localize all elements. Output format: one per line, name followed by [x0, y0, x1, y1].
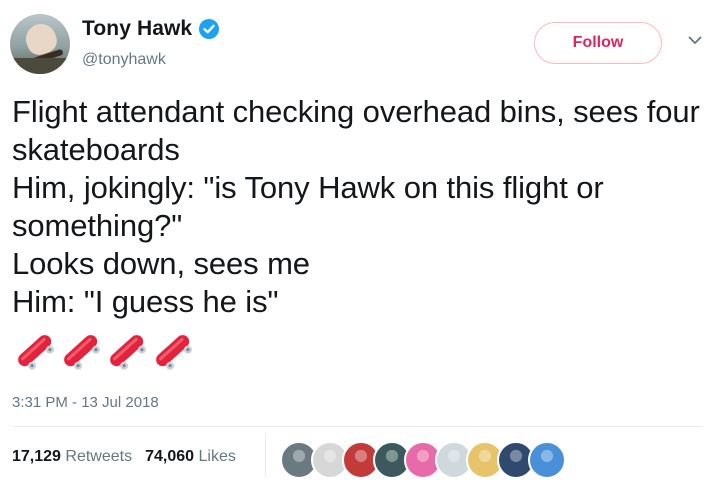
- author-handle[interactable]: @tonyhawk: [82, 51, 166, 69]
- follow-button[interactable]: Follow: [534, 22, 662, 64]
- retweets-count: 17,129: [12, 448, 61, 465]
- skateboard-icon: [64, 335, 100, 370]
- tweet-emoji-row: [12, 328, 196, 374]
- skateboard-icon: [18, 335, 54, 370]
- author-display-name[interactable]: Tony Hawk: [82, 17, 192, 41]
- likes-label: Likes: [198, 448, 236, 465]
- skateboard-icon: [110, 335, 146, 370]
- avatar-ground: [10, 58, 70, 74]
- tweet-text: Flight attendant checking overhead bins,…: [12, 94, 700, 319]
- skateboard-icon: [156, 335, 192, 370]
- likers-avatar-row: [280, 441, 566, 479]
- stats-divider: [265, 433, 266, 477]
- divider: [12, 426, 703, 427]
- tweet-timestamp[interactable]: 3:31 PM - 13 Jul 2018: [12, 394, 159, 411]
- chevron-down-icon[interactable]: [688, 36, 702, 45]
- likes-count: 74,060: [145, 448, 195, 465]
- verified-badge-icon: [199, 19, 220, 39]
- tweet-stats: 17,129 Retweets 74,060 Likes: [12, 448, 236, 466]
- liker-avatar[interactable]: [528, 441, 566, 479]
- avatar[interactable]: [10, 14, 70, 74]
- retweets-stat[interactable]: 17,129 Retweets: [12, 448, 132, 466]
- retweets-label: Retweets: [65, 448, 133, 465]
- author-name-row: Tony Hawk: [82, 17, 220, 41]
- likes-stat[interactable]: 74,060 Likes: [145, 448, 236, 466]
